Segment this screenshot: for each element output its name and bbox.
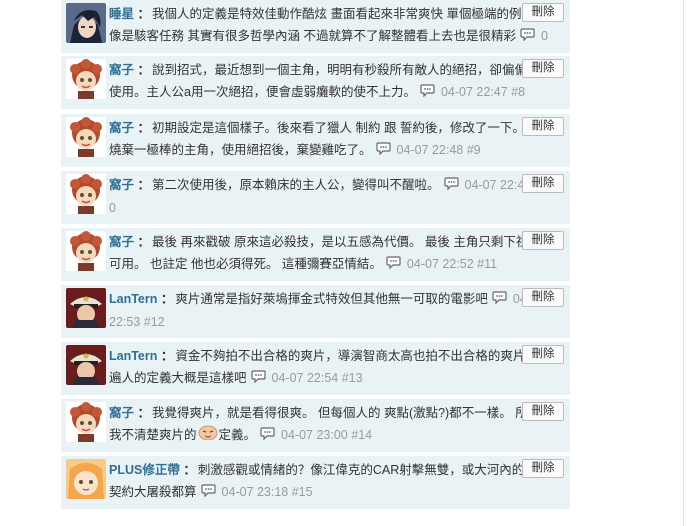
reply-bubble-icon[interactable] bbox=[420, 82, 435, 104]
author-link[interactable]: 窩子 bbox=[109, 63, 134, 77]
dark-haired-avatar[interactable] bbox=[66, 3, 106, 43]
author-link[interactable]: LanTern bbox=[109, 292, 157, 306]
comment-timestamp: 04-07 22:52 bbox=[406, 257, 474, 271]
comment-text: 我個人的定義是特效佳動作酷炫 畫面看起來非常爽快 單個極端的例子就像是駭客任務 … bbox=[109, 7, 547, 43]
umaru-avatar[interactable] bbox=[66, 459, 106, 499]
comment-text-after: 定義。 bbox=[218, 428, 257, 442]
delete-button[interactable]: 刪除 bbox=[522, 288, 564, 307]
reply-bubble-icon[interactable] bbox=[250, 368, 266, 390]
author-link[interactable]: LanTern bbox=[109, 349, 157, 363]
comment-timestamp: 04-07 23:00 bbox=[281, 428, 348, 442]
floor-number: #11 bbox=[477, 257, 498, 271]
reply-bubble-icon[interactable] bbox=[386, 254, 401, 276]
author-colon: ： bbox=[134, 7, 150, 21]
author-colon: ： bbox=[134, 178, 150, 192]
comment-timestamp: 04-07 22:48 bbox=[396, 143, 464, 157]
comment-body: 窩子 ：最後 再來戳破 原來這必殺技，是以五感為代價。 最後 主角只剩下視覺可用… bbox=[109, 231, 553, 276]
comment-body: 窩子 ：我覺得爽片，就是看得很爽。 但每個人的 爽點(激點?)都不一樣。 所以，… bbox=[109, 402, 553, 447]
delete-button[interactable]: 刪除 bbox=[522, 117, 564, 136]
delete-button[interactable]: 刪除 bbox=[522, 402, 564, 421]
reply-bubble-icon[interactable] bbox=[443, 175, 459, 197]
red-haired-avatar[interactable] bbox=[66, 174, 106, 214]
comment-body: 窩子 ：初期設定是這個樣子。後來看了獵人 制約 跟 誓約後，修改了一下。原本燒棄… bbox=[109, 117, 553, 162]
author-colon: ： bbox=[179, 463, 196, 477]
author-colon: ： bbox=[157, 292, 174, 306]
floor-number: #7 bbox=[172, 52, 186, 53]
red-haired-avatar[interactable] bbox=[66, 117, 106, 157]
author-link[interactable]: 睡星 bbox=[109, 7, 134, 21]
comment-item: PLUS修正帶 ：刺激感觀或情緒的？像江偉克的CAR射擊無雙，或大河內的斷手契約… bbox=[61, 456, 570, 509]
smiley-emoticon-icon bbox=[198, 424, 218, 447]
comment-item: LanTern ：資金不夠拍不出合格的爽片，導演智商太高也拍不出合格的爽片，普遍… bbox=[61, 342, 570, 395]
comment-list: 睡星 ：我個人的定義是特效佳動作酷炫 畫面看起來非常爽快 單個極端的例子就像是駭… bbox=[0, 0, 689, 526]
comment-item: 窩子 ：最後 再來戳破 原來這必殺技，是以五感為代價。 最後 主角只剩下視覺可用… bbox=[61, 228, 570, 281]
author-link[interactable]: 窩子 bbox=[109, 178, 134, 192]
author-colon: ： bbox=[134, 63, 150, 77]
comment-body: 窩子 ：說到招式，最近想到一個主角，明明有秒殺所有敵人的絕招，卻偏偏不肯使用。主… bbox=[109, 59, 553, 104]
delete-button[interactable]: 刪除 bbox=[522, 459, 564, 478]
reply-bubble-icon[interactable] bbox=[260, 425, 275, 447]
comment-item: 窩子 ：說到招式，最近想到一個主角，明明有秒殺所有敵人的絕招，卻偏偏不肯使用。主… bbox=[61, 56, 570, 109]
delete-button[interactable]: 刪除 bbox=[522, 59, 564, 78]
red-haired-avatar[interactable] bbox=[66, 231, 106, 271]
comment-timestamp: 04-07 23:18 bbox=[221, 485, 289, 499]
comment-item: 窩子 ：第二次使用後，原本賴床的主人公，變得叫不醒啦。 04-07 22:49 … bbox=[61, 171, 570, 224]
comment-item: 睡星 ：我個人的定義是特效佳動作酷炫 畫面看起來非常爽快 單個極端的例子就像是駭… bbox=[61, 0, 570, 53]
delete-button[interactable]: 刪除 bbox=[522, 174, 564, 193]
author-colon: ： bbox=[157, 349, 174, 363]
comment-text: 爽片通常是指好萊塢揮金式特效但其他無一可取的電影吧 bbox=[175, 292, 488, 306]
red-haired-avatar[interactable] bbox=[66, 59, 106, 99]
author-link[interactable]: 窩子 bbox=[109, 406, 134, 420]
reply-bubble-icon[interactable] bbox=[492, 289, 507, 311]
reply-bubble-icon[interactable] bbox=[520, 26, 535, 48]
officer-avatar[interactable] bbox=[66, 345, 106, 385]
floor-number: #9 bbox=[466, 143, 481, 157]
floor-number: #15 bbox=[291, 485, 313, 499]
floor-number: #14 bbox=[351, 428, 373, 442]
floor-number: #8 bbox=[511, 85, 526, 99]
comment-timestamp: 04-07 22:47 bbox=[440, 85, 508, 99]
author-colon: ： bbox=[134, 406, 150, 420]
comment-item: 窩子 ：初期設定是這個樣子。後來看了獵人 制約 跟 誓約後，修改了一下。原本燒棄… bbox=[61, 114, 570, 167]
comment-body: PLUS修正帶 ：刺激感觀或情緒的？像江偉克的CAR射擊無雙，或大河內的斷手契約… bbox=[109, 459, 553, 504]
reply-bubble-icon[interactable] bbox=[200, 482, 216, 504]
comment-body: 窩子 ：第二次使用後，原本賴床的主人公，變得叫不醒啦。 04-07 22:49 … bbox=[109, 174, 553, 219]
author-link[interactable]: 窩子 bbox=[109, 121, 134, 135]
comment-body: LanTern ：資金不夠拍不出合格的爽片，導演智商太高也拍不出合格的爽片，普遍… bbox=[109, 345, 553, 390]
delete-button[interactable]: 刪除 bbox=[522, 345, 564, 364]
author-colon: ： bbox=[134, 235, 150, 249]
officer-avatar[interactable] bbox=[66, 288, 106, 328]
reply-bubble-icon[interactable] bbox=[375, 140, 391, 162]
delete-button[interactable]: 刪除 bbox=[522, 3, 564, 22]
page-edge-rule bbox=[683, 0, 684, 526]
comment-item: LanTern ：爽片通常是指好萊塢揮金式特效但其他無一可取的電影吧 04-07… bbox=[61, 285, 570, 338]
red-haired-avatar[interactable] bbox=[66, 402, 106, 442]
comment-text: 初期設定是這個樣子。後來看了獵人 制約 跟 誓約後，修改了一下。原本燒棄一極棒的… bbox=[109, 121, 550, 157]
floor-number: #12 bbox=[143, 314, 165, 329]
comment-item: 窩子 ：我覺得爽片，就是看得很爽。 但每個人的 爽點(激點?)都不一樣。 所以，… bbox=[61, 399, 570, 452]
author-colon: ： bbox=[134, 121, 150, 135]
comment-timestamp: 04-07 22:54 bbox=[271, 371, 339, 385]
author-link[interactable]: 窩子 bbox=[109, 235, 134, 249]
floor-number: #13 bbox=[341, 371, 363, 385]
delete-button[interactable]: 刪除 bbox=[522, 231, 564, 250]
comment-body: LanTern ：爽片通常是指好萊塢揮金式特效但其他無一可取的電影吧 04-07… bbox=[109, 288, 553, 333]
author-link[interactable]: PLUS修正帶 bbox=[109, 463, 180, 477]
comment-body: 睡星 ：我個人的定義是特效佳動作酷炫 畫面看起來非常爽快 單個極端的例子就像是駭… bbox=[109, 3, 553, 53]
comment-text: 第二次使用後，原本賴床的主人公，變得叫不醒啦。 bbox=[152, 178, 440, 192]
